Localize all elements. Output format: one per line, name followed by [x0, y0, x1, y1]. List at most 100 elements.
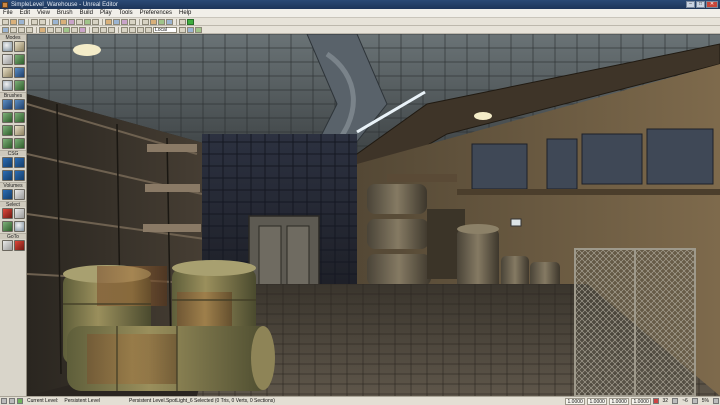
- undo-icon[interactable]: [31, 18, 38, 25]
- cone-brush-icon[interactable]: [13, 99, 25, 110]
- play-in-editor-icon[interactable]: [187, 18, 194, 25]
- play-in-console-icon[interactable]: [179, 18, 186, 25]
- maximize-button[interactable]: □: [696, 1, 705, 8]
- curved-stair-icon[interactable]: [1, 112, 13, 123]
- content-browser-icon[interactable]: [60, 18, 67, 25]
- show-all-icon[interactable]: [13, 221, 25, 232]
- viewport-options-icon[interactable]: [179, 26, 186, 33]
- cylinder-brush-icon[interactable]: [13, 112, 25, 123]
- generic-browser-icon[interactable]: [68, 18, 75, 25]
- mesh-paint-icon[interactable]: [1, 67, 13, 78]
- toolbar-separator: [89, 26, 90, 33]
- selection-info: Persistent Level.SpotLight_6 Selected (0…: [128, 398, 275, 404]
- menu-view[interactable]: View: [37, 10, 50, 16]
- linear-stair-icon[interactable]: [1, 125, 13, 136]
- select-invert-icon[interactable]: [1, 221, 13, 232]
- scale-x-field[interactable]: 1.0000: [564, 397, 585, 405]
- open-icon[interactable]: [10, 18, 17, 25]
- show-selected-icon[interactable]: [1, 208, 13, 219]
- build-paths-icon[interactable]: [158, 18, 165, 25]
- landscape-mode-icon[interactable]: [13, 80, 25, 91]
- goto-actor-icon[interactable]: [1, 240, 13, 251]
- save-icon[interactable]: [18, 18, 25, 25]
- scale-snap-icon[interactable]: [691, 398, 698, 404]
- csg-intersect-icon[interactable]: [1, 170, 13, 181]
- close-button[interactable]: ✕: [706, 1, 718, 8]
- drag-grid-icon[interactable]: [9, 398, 15, 404]
- nonuniform-scale-icon[interactable]: [145, 26, 152, 33]
- wireframe-mode-icon[interactable]: [55, 26, 62, 33]
- grid-snap-icon[interactable]: [652, 398, 659, 404]
- matinee-icon[interactable]: [113, 18, 120, 25]
- menu-edit[interactable]: Edit: [20, 10, 30, 16]
- menu-file[interactable]: File: [3, 10, 13, 16]
- rotation-snap-icon[interactable]: [672, 398, 679, 404]
- csg-subtract-icon[interactable]: [13, 157, 25, 168]
- grid-size-value[interactable]: 32: [663, 398, 669, 404]
- sphere-brush-icon[interactable]: [13, 138, 25, 149]
- menu-preferences[interactable]: Preferences: [140, 10, 172, 16]
- scale-z-field[interactable]: 1.0000: [608, 397, 629, 405]
- front-view-icon[interactable]: [18, 26, 25, 33]
- rotate-icon[interactable]: [129, 26, 136, 33]
- groups-icon[interactable]: [84, 18, 91, 25]
- lighting-only-icon[interactable]: [63, 26, 70, 33]
- menu-brush[interactable]: Brush: [57, 10, 73, 16]
- hide-selected-icon[interactable]: [13, 208, 25, 219]
- side-view-icon[interactable]: [26, 26, 33, 33]
- current-level-value[interactable]: Persistent Level: [64, 398, 100, 404]
- realtime-icon[interactable]: [92, 26, 99, 33]
- lit-mode-icon[interactable]: [39, 26, 46, 33]
- lighting-complexity-icon[interactable]: [71, 26, 78, 33]
- menu-tools[interactable]: Tools: [119, 10, 133, 16]
- lock-icon[interactable]: [1, 398, 7, 404]
- perspective-icon[interactable]: [2, 26, 9, 33]
- drag-scale-field[interactable]: 1.0000: [630, 397, 651, 405]
- scale-y-field[interactable]: 1.0000: [586, 397, 607, 405]
- perspective-viewport[interactable]: [27, 34, 720, 396]
- geometry-mode-icon[interactable]: [13, 41, 25, 52]
- spiral-stair-icon[interactable]: [1, 138, 13, 149]
- texture-density-icon[interactable]: [79, 26, 86, 33]
- texture-mode-icon[interactable]: [13, 54, 25, 65]
- toolbar-separator: [36, 26, 37, 33]
- add-volume-icon[interactable]: [1, 189, 13, 200]
- translate-icon[interactable]: [121, 26, 128, 33]
- menu-help[interactable]: Help: [179, 10, 191, 16]
- csg-add-icon[interactable]: [1, 157, 13, 168]
- lock-selection-icon[interactable]: [129, 18, 136, 25]
- new-level-icon[interactable]: [2, 18, 9, 25]
- camera-mode-icon[interactable]: [1, 41, 13, 52]
- build-geometry-icon[interactable]: [142, 18, 149, 25]
- game-view-icon[interactable]: [100, 26, 107, 33]
- build-all-icon[interactable]: [166, 18, 173, 25]
- levels-icon[interactable]: [92, 18, 99, 25]
- resize-grip-icon[interactable]: [713, 398, 719, 404]
- redo-icon[interactable]: [39, 18, 46, 25]
- sheet-brush-icon[interactable]: [13, 125, 25, 136]
- scale-snap-value[interactable]: 5%: [702, 398, 709, 404]
- show-flags-icon[interactable]: [108, 26, 115, 33]
- special-brush-icon[interactable]: [13, 189, 25, 200]
- top-view-icon[interactable]: [10, 26, 17, 33]
- search-icon[interactable]: [52, 18, 59, 25]
- static-mesh-mode-icon[interactable]: [1, 80, 13, 91]
- rotation-snap-value[interactable]: ~6: [682, 398, 688, 404]
- build-lighting-icon[interactable]: [150, 18, 157, 25]
- play-from-here-icon[interactable]: [195, 26, 202, 33]
- cube-brush-icon[interactable]: [1, 99, 13, 110]
- menu-build[interactable]: Build: [80, 10, 93, 16]
- sound-icon[interactable]: [121, 18, 128, 25]
- scale-icon[interactable]: [137, 26, 144, 33]
- actor-classes-icon[interactable]: [76, 18, 83, 25]
- csg-deintersect-icon[interactable]: [13, 170, 25, 181]
- minimize-button[interactable]: ‒: [686, 1, 695, 8]
- coordinate-system-select[interactable]: Local: [153, 26, 177, 33]
- fracture-mode-icon[interactable]: [13, 67, 25, 78]
- kismet-icon[interactable]: [105, 18, 112, 25]
- camera-speed-icon[interactable]: [187, 26, 194, 33]
- unlit-mode-icon[interactable]: [47, 26, 54, 33]
- terrain-mode-icon[interactable]: [1, 54, 13, 65]
- goto-builder-brush-icon[interactable]: [13, 240, 25, 251]
- menu-play[interactable]: Play: [100, 10, 112, 16]
